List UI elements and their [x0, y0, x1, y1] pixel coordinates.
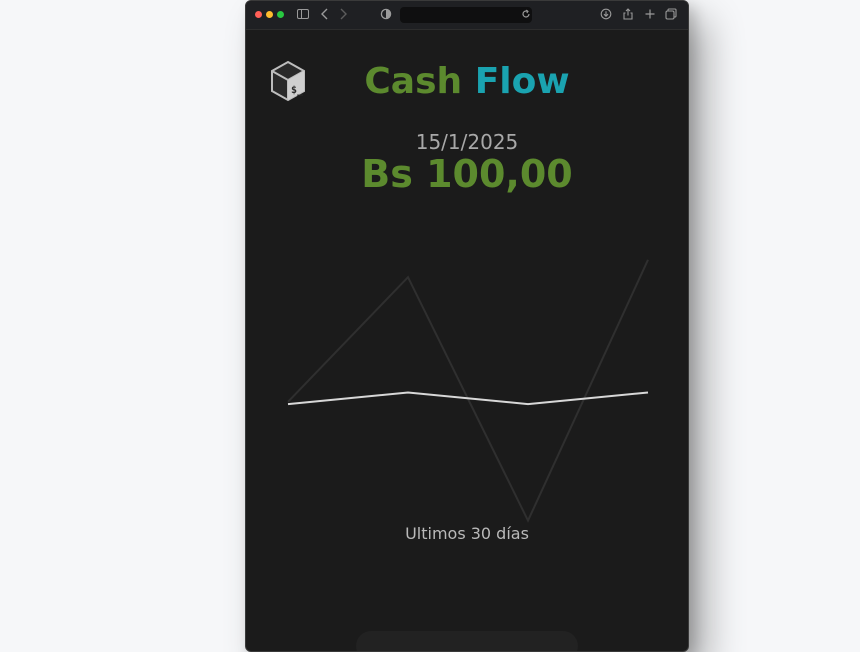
- zoom-window-button[interactable]: [277, 11, 284, 18]
- balance-amount: Bs 100,00: [361, 152, 573, 196]
- back-button[interactable]: [320, 8, 330, 22]
- download-icon[interactable]: [600, 8, 612, 22]
- address-bar[interactable]: [400, 7, 532, 23]
- close-window-button[interactable]: [255, 11, 262, 18]
- series-line-1: [287, 391, 649, 406]
- reload-icon[interactable]: [520, 8, 532, 22]
- browser-window: $_ Cash Flow 15/1/2025 Bs 100,00 Ultimos…: [245, 0, 689, 652]
- app-title: Cash Flow: [356, 61, 578, 103]
- share-icon[interactable]: [622, 8, 634, 22]
- plus-icon[interactable]: [644, 8, 656, 22]
- terminal-cube-icon: $_: [269, 60, 307, 102]
- browser-toolbar: [246, 1, 688, 30]
- bottom-bar: [356, 631, 578, 651]
- app-title-cash: Cash: [364, 61, 463, 102]
- svg-text:$_: $_: [291, 85, 304, 96]
- chart-caption: Ultimos 30 días: [405, 524, 529, 543]
- series-line-2: [287, 259, 649, 523]
- forward-button[interactable]: [338, 8, 348, 22]
- tabs-overview-icon[interactable]: [665, 8, 677, 22]
- shield-icon[interactable]: [380, 8, 392, 22]
- app-title-flow: Flow: [474, 61, 570, 102]
- sidebar-icon[interactable]: [297, 8, 309, 22]
- minimize-window-button[interactable]: [266, 11, 273, 18]
